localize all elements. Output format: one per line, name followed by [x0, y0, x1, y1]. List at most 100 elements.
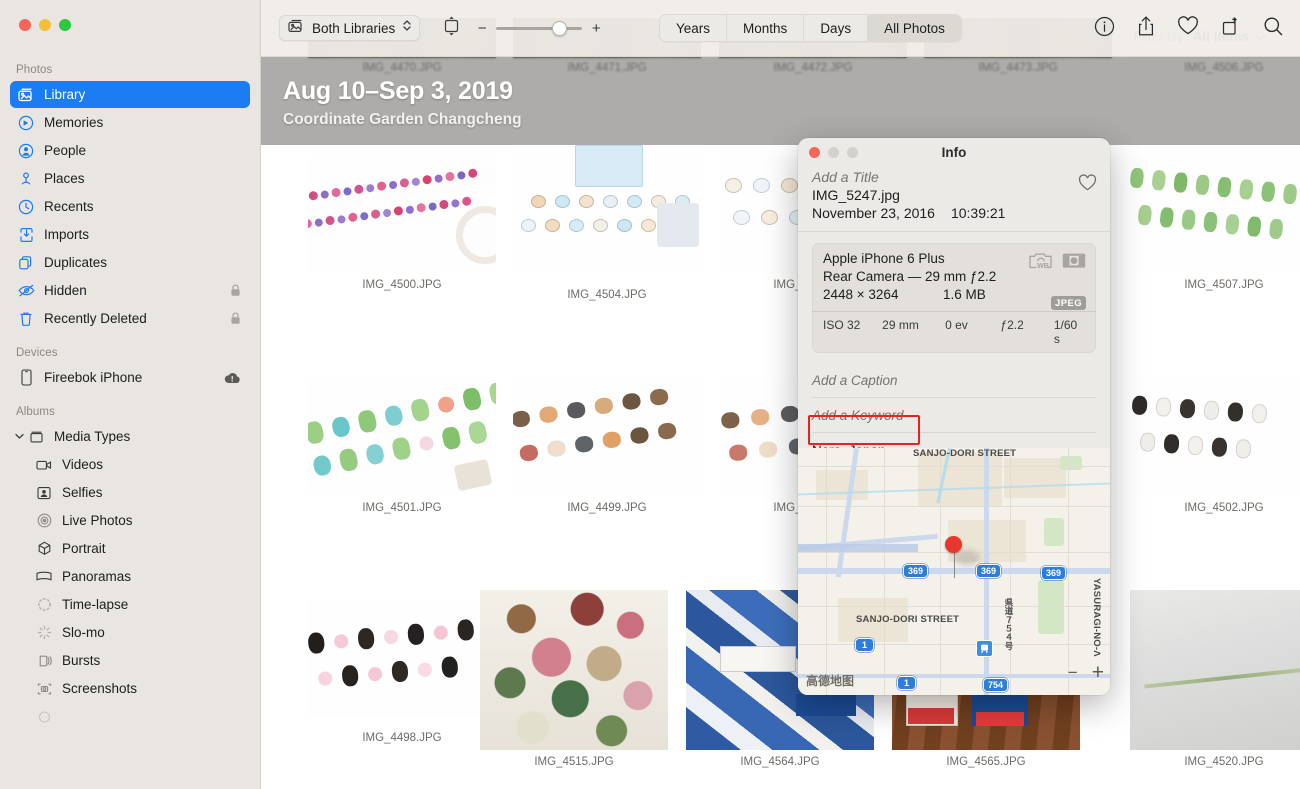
photo-caption: IMG_4502.JPG	[1184, 502, 1264, 514]
sidebar-item-slo-mo[interactable]: Slo-mo	[28, 619, 250, 646]
map-park	[1060, 456, 1082, 470]
photo-cell[interactable]: IMG_4507.JPG	[1130, 158, 1300, 291]
photo-caption: IMG_4498.JPG	[362, 732, 442, 744]
sidebar-item-label: Recently Deleted	[44, 311, 147, 326]
sidebar-item-label: People	[44, 143, 87, 158]
camera-profile-icon	[1062, 251, 1086, 275]
sidebar-item-imports[interactable]: Imports	[10, 221, 250, 248]
route-shield-754: 754	[983, 678, 1009, 692]
sidebar-item-duplicates[interactable]: Duplicates	[10, 249, 250, 276]
sidebar-scroll[interactable]: Photos Library Memories People Places Re…	[0, 58, 260, 789]
zoom-window-button[interactable]	[59, 19, 71, 31]
sidebar-item-recents[interactable]: Recents	[10, 193, 250, 220]
chevron-down-icon[interactable]	[12, 433, 26, 440]
svg-text:WB: WB	[1037, 261, 1049, 270]
share-icon[interactable]	[1137, 15, 1155, 42]
photo-thumbnail[interactable]	[1130, 158, 1300, 273]
info-panel-header: Info	[798, 138, 1110, 168]
photo-caption: IMG_4499.JPG	[567, 502, 647, 514]
tab-years[interactable]: Years	[660, 15, 726, 41]
photo-cell[interactable]: IMG_4499.JPG	[513, 378, 701, 514]
location-map[interactable]: 369 369 369 1 1 754 SANJO-DORI STREET SA…	[798, 448, 1110, 695]
banner-date-range: Aug 10–Sep 3, 2019	[283, 77, 513, 105]
sidebar-item-media-types[interactable]: Media Types	[10, 423, 250, 450]
sidebar-item-recently-deleted[interactable]: Recently Deleted	[10, 305, 250, 332]
slider-knob[interactable]	[552, 20, 568, 36]
heart-icon[interactable]	[1078, 174, 1097, 197]
map-pin[interactable]	[945, 536, 962, 553]
sidebar-item-portrait[interactable]: Portrait	[28, 535, 250, 562]
photo-thumbnail[interactable]	[513, 378, 701, 494]
sidebar-item-videos[interactable]: Videos	[28, 451, 250, 478]
trash-icon	[16, 310, 36, 328]
photo-thumbnail[interactable]	[1130, 590, 1300, 750]
sidebar-item-time-lapse[interactable]: Time-lapse	[28, 591, 250, 618]
sidebar-item-bursts[interactable]: Bursts	[28, 647, 250, 674]
sidebar-item-live-photos[interactable]: Live Photos	[28, 507, 250, 534]
sidebar-item-selfies[interactable]: Selfies	[28, 479, 250, 506]
title-input[interactable]: Add a Title	[812, 169, 1096, 185]
photo-cell[interactable]: IMG_4515.JPG	[480, 590, 668, 768]
photo-cell[interactable]: IMG_4498.JPG	[308, 600, 496, 744]
photo-cell[interactable]: IMG_4500.JPG	[308, 158, 496, 291]
map-block	[918, 452, 1002, 506]
zoom-in-label[interactable]: +	[591, 20, 601, 37]
library-selector-button[interactable]: Both Libraries	[279, 15, 421, 41]
photo-cell[interactable]: IMG_4520.JPG	[1130, 590, 1300, 768]
map-street	[798, 466, 1110, 468]
info-panel[interactable]: Info Add a Title IMG_5247.jpg November 2…	[798, 138, 1110, 695]
photo-caption: IMG_4564.JPG	[740, 756, 820, 768]
sidebar-item-panoramas[interactable]: Panoramas	[28, 563, 250, 590]
photo-thumbnail[interactable]	[1130, 378, 1300, 494]
sidebar-item-places[interactable]: Places	[10, 165, 250, 192]
tab-all-photos[interactable]: All Photos	[867, 15, 961, 41]
photo-thumbnail[interactable]	[308, 158, 496, 273]
sidebar-item-hidden[interactable]: Hidden	[10, 277, 250, 304]
photo-thumbnail[interactable]	[480, 590, 668, 750]
photo-caption: IMG_4500.JPG	[362, 279, 442, 291]
rotate-icon[interactable]	[1221, 16, 1241, 41]
sidebar-item-memories[interactable]: Memories	[10, 109, 250, 136]
divider	[798, 231, 1110, 232]
sidebar-item-fireebok-iphone[interactable]: Fireebok iPhone	[10, 364, 250, 391]
sidebar-item-partial[interactable]	[28, 703, 250, 730]
route-shield-369: 369	[976, 564, 1002, 578]
photo-cell[interactable]: IMG_4502.JPG	[1130, 378, 1300, 514]
zoom-slider[interactable]	[496, 20, 583, 36]
aspect-ratio-icon[interactable]	[442, 15, 461, 42]
photo-caption: IMG_4504.JPG	[567, 289, 647, 301]
minimize-window-button[interactable]	[39, 19, 51, 31]
map-zoom-out-button[interactable]: −	[1068, 663, 1078, 683]
view-mode-segmented-control[interactable]: Years Months Days All Photos	[659, 14, 962, 42]
zoom-out-label[interactable]: −	[477, 20, 487, 37]
close-window-button[interactable]	[19, 19, 31, 31]
keyword-input[interactable]: Add a Keyword	[812, 398, 1096, 433]
bursts-icon	[34, 652, 54, 670]
zoom-slider-group[interactable]: − +	[477, 20, 601, 37]
favorite-heart-icon[interactable]	[1177, 16, 1199, 41]
animated-icon	[34, 708, 54, 726]
photo-cell[interactable]: IMG_4504.JPG	[513, 143, 701, 301]
photo-thumbnail[interactable]	[308, 600, 496, 716]
map-zoom-in-button[interactable]: +	[1092, 661, 1104, 685]
toolbar: Both Libraries − + Years Months Days All…	[261, 0, 1300, 57]
sidebar-item-label: Fireebok iPhone	[44, 370, 143, 385]
filename-label: IMG_5247.jpg	[812, 187, 900, 203]
map-zoom-controls[interactable]: − +	[1068, 661, 1104, 685]
photo-thumbnail[interactable]	[308, 378, 496, 494]
library-icon	[288, 19, 305, 38]
info-icon[interactable]	[1094, 16, 1115, 42]
sidebar-item-library[interactable]: Library	[10, 81, 250, 108]
folder-icon	[26, 428, 46, 446]
tab-days[interactable]: Days	[803, 15, 867, 41]
photo-thumbnail[interactable]	[513, 143, 701, 273]
photo-cell[interactable]: IMG_4501.JPG	[308, 378, 496, 514]
portrait-icon	[34, 540, 54, 558]
sidebar-item-people[interactable]: People	[10, 137, 250, 164]
tab-months[interactable]: Months	[726, 15, 803, 41]
caption-input[interactable]: Add a Caption	[812, 363, 1096, 398]
sidebar-section-albums: Albums	[16, 406, 55, 418]
search-icon[interactable]	[1263, 16, 1284, 42]
sidebar-item-screenshots[interactable]: Screenshots	[28, 675, 250, 702]
time-label: 10:39:21	[950, 205, 1006, 221]
